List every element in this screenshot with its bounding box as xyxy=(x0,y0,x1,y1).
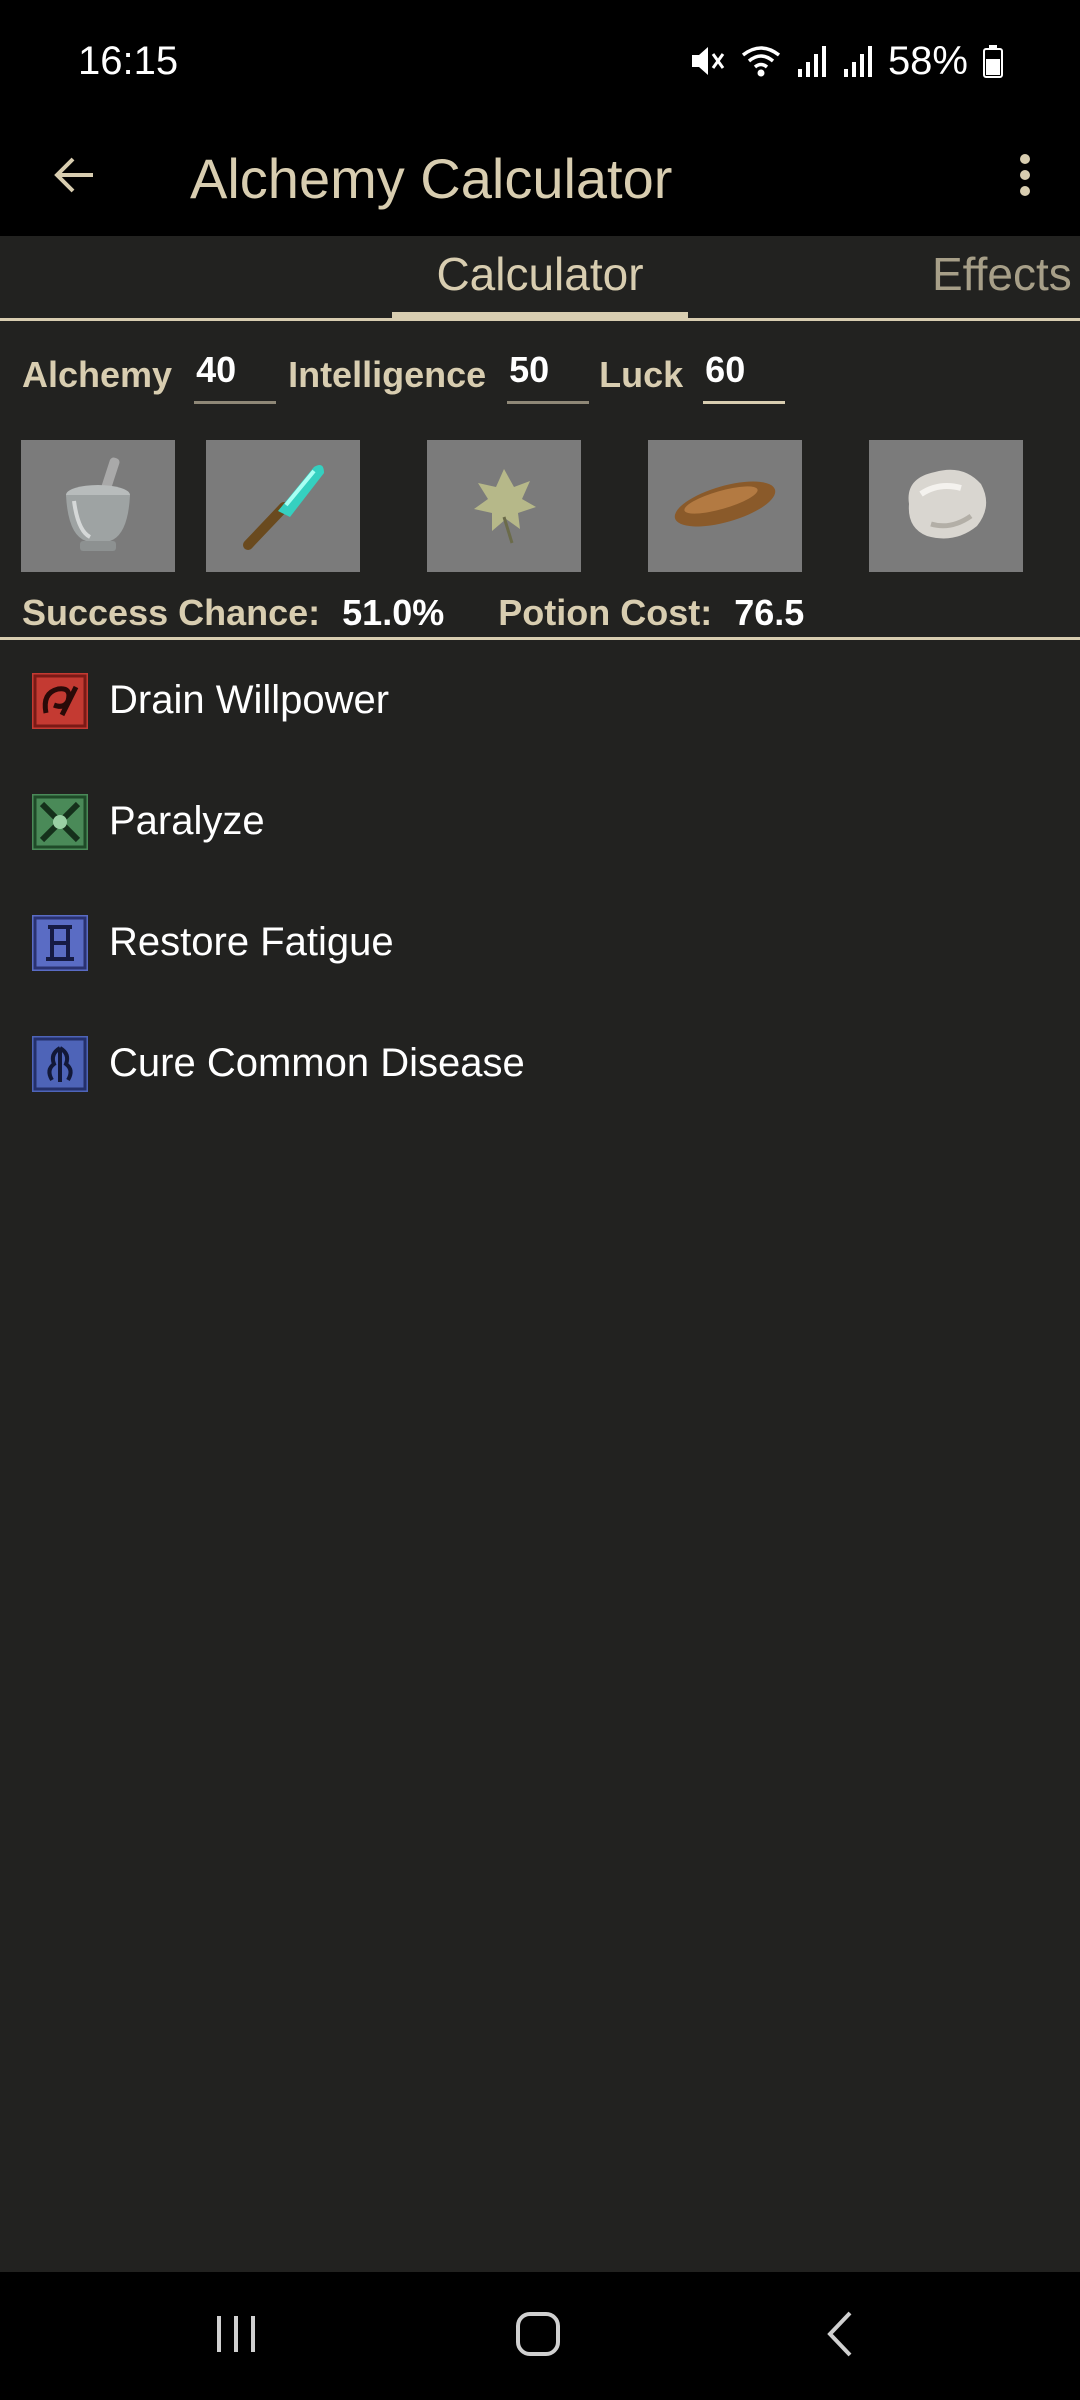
potion-summary: Success Chance: 51.0% Potion Cost: 76.5 xyxy=(22,586,804,640)
signal-icon xyxy=(842,41,874,81)
app-bar: Alchemy Calculator xyxy=(0,122,1080,236)
app-root: 16:15 58% Alchemy Calculator Calculator … xyxy=(0,0,1080,2400)
overflow-menu-button[interactable] xyxy=(990,142,1060,212)
restore-fatigue-icon xyxy=(32,914,88,971)
ingredient-slot-3[interactable] xyxy=(427,440,581,572)
recent-apps-icon xyxy=(211,2312,261,2361)
effect-label: Paralyze xyxy=(109,799,265,843)
battery-icon xyxy=(982,41,1004,81)
intelligence-input[interactable] xyxy=(507,346,590,404)
stats-row: Alchemy Intelligence Luck xyxy=(22,340,786,410)
ingredient-slot-2[interactable] xyxy=(206,440,360,572)
tab-calculator[interactable]: Calculator xyxy=(392,236,688,318)
luck-label: Luck xyxy=(599,354,684,395)
status-time: 16:15 xyxy=(78,39,179,83)
potion-cost-value: 76.5 xyxy=(734,592,805,633)
alchemy-label: Alchemy xyxy=(22,354,173,395)
alembic-icon xyxy=(228,449,338,564)
nav-back-button[interactable] xyxy=(780,2296,900,2376)
mute-icon xyxy=(686,41,726,81)
back-button[interactable] xyxy=(40,142,110,212)
list-item[interactable]: Cure Common Disease xyxy=(0,1003,1080,1124)
alchemy-input[interactable] xyxy=(194,346,277,404)
status-bar: 16:15 58% xyxy=(0,0,1080,122)
ingredient-slot-5[interactable] xyxy=(869,440,1023,572)
ingredient-slot-1[interactable] xyxy=(21,440,175,572)
arrow-back-icon xyxy=(51,151,99,204)
list-item[interactable]: Paralyze xyxy=(0,761,1080,882)
intelligence-label: Intelligence xyxy=(288,354,487,395)
ingredient-slot-4[interactable] xyxy=(648,440,802,572)
mortar-and-pestle-icon xyxy=(50,449,146,564)
tab-bar: Calculator Effects xyxy=(0,236,1080,321)
wifi-icon xyxy=(740,41,782,81)
more-vert-icon xyxy=(1015,151,1035,204)
tab-effects[interactable]: Effects xyxy=(932,236,1072,318)
stone-icon xyxy=(891,454,1001,559)
list-item[interactable]: Drain Willpower xyxy=(0,640,1080,761)
potion-cost-label: Potion Cost: xyxy=(498,592,713,633)
signal-icon xyxy=(796,41,828,81)
list-item[interactable]: Restore Fatigue xyxy=(0,882,1080,1003)
tab-effects-label: Effects xyxy=(932,248,1072,300)
paralyze-icon xyxy=(32,793,88,850)
ingredient-slots xyxy=(0,440,1080,572)
status-icons: 58% xyxy=(686,34,1004,88)
success-chance-label: Success Chance: xyxy=(22,592,321,633)
drain-willpower-icon xyxy=(32,672,88,729)
tab-indicator xyxy=(392,312,688,318)
root-icon xyxy=(665,464,785,549)
battery-percent: 58% xyxy=(887,38,968,83)
effect-label: Restore Fatigue xyxy=(109,920,394,964)
home-icon xyxy=(514,2310,562,2363)
success-chance-value: 51.0% xyxy=(342,592,445,633)
luck-input[interactable] xyxy=(703,346,786,404)
effect-label: Cure Common Disease xyxy=(109,1041,525,1085)
home-button[interactable] xyxy=(478,2296,598,2376)
cure-disease-icon xyxy=(32,1035,88,1092)
tab-calculator-label: Calculator xyxy=(436,248,644,300)
leaf-icon xyxy=(464,459,544,554)
app-title: Alchemy Calculator xyxy=(190,147,673,210)
back-icon xyxy=(820,2309,860,2364)
recent-apps-button[interactable] xyxy=(176,2296,296,2376)
effect-label: Drain Willpower xyxy=(109,678,390,722)
system-nav-bar xyxy=(0,2272,1080,2400)
